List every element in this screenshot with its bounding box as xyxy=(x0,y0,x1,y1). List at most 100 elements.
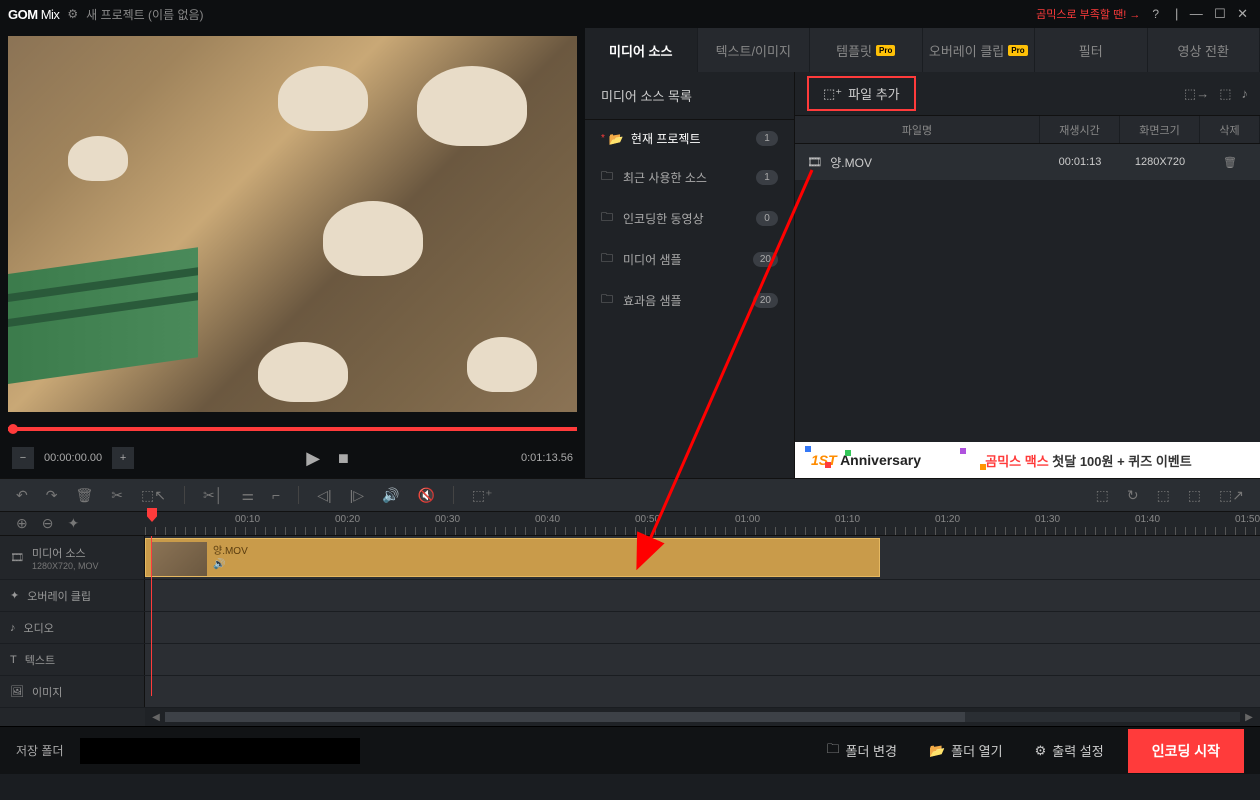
delete-file-button[interactable]: 🗑 xyxy=(1200,156,1260,169)
add-file-button[interactable]: ⬚⁺ 파일 추가 xyxy=(807,76,916,111)
tab-text-image[interactable]: 텍스트/이미지 xyxy=(698,28,811,72)
pro-badge: Pro xyxy=(1008,45,1027,56)
file-name: 양.MOV xyxy=(830,154,872,171)
timeline: ⊕ ⊖ ✦ 00:10 00:20 00:30 00:40 00:50 01:0… xyxy=(0,512,1260,726)
save-path-field[interactable] xyxy=(80,738,360,764)
timeline-ruler[interactable]: 00:10 00:20 00:30 00:40 00:50 01:00 01:1… xyxy=(145,512,1260,536)
play-button[interactable]: ▶ xyxy=(306,448,320,469)
zoom-out-button[interactable]: ⊖ xyxy=(42,515,54,532)
maximize-button[interactable]: ☐ xyxy=(1214,6,1226,21)
source-item-label: 효과음 샘플 xyxy=(623,292,682,309)
select-button[interactable]: ⬚↖ xyxy=(141,487,166,504)
folder-icon: 🗀 xyxy=(601,167,615,188)
effect-button[interactable]: ⬚⁺ xyxy=(472,487,493,504)
close-button[interactable]: ✕ xyxy=(1237,6,1248,21)
split-button[interactable]: ✂│ xyxy=(203,487,223,504)
redo-button[interactable]: ↷ xyxy=(46,487,58,504)
source-encoded[interactable]: 🗀 인코딩한 동영상 0 xyxy=(585,198,794,239)
ruler-tick: 00:30 xyxy=(435,514,460,525)
preview-panel: − 00:00:00.00 + ▶ ■ 0:01:13.56 xyxy=(0,28,585,478)
window-controls: | — ☐ ✕ xyxy=(1171,6,1252,22)
source-item-label: 현재 프로젝트 xyxy=(631,130,701,147)
tool-icon-4[interactable]: ⬚ xyxy=(1188,487,1201,504)
folder-icon: 🗀 xyxy=(601,208,615,229)
seek-thumb[interactable] xyxy=(8,424,18,434)
settings-gear-icon[interactable]: ⚙ xyxy=(67,7,78,21)
cut-button[interactable]: ✂ xyxy=(111,487,123,504)
scroll-right-button[interactable]: ▶ xyxy=(1242,712,1256,723)
stop-button[interactable]: ■ xyxy=(338,448,349,469)
track-name: 이미지 xyxy=(32,684,62,700)
audio-button[interactable]: 🔊 xyxy=(382,487,399,504)
header-delete: 삭제 xyxy=(1200,116,1260,143)
source-current-project[interactable]: * 📂 현재 프로젝트 1 xyxy=(585,120,794,157)
output-settings-button[interactable]: ⚙출력 설정 xyxy=(1027,741,1112,760)
ruler-tick: 00:10 xyxy=(235,514,260,525)
timeline-scrollbar[interactable]: ◀ ▶ xyxy=(145,708,1260,726)
track-text: T텍스트 xyxy=(0,644,1260,676)
source-media-sample[interactable]: 🗀 미디어 샘플 20 xyxy=(585,239,794,280)
file-row[interactable]: 🎞 양.MOV 00:01:13 1280X720 🗑 xyxy=(795,144,1260,180)
seek-bar[interactable] xyxy=(8,420,577,438)
crop-button[interactable]: ⌐ xyxy=(272,487,280,503)
header-duration: 재생시간 xyxy=(1040,116,1120,143)
film-icon: 🎞 xyxy=(807,155,822,169)
track-name: 미디어 소스 xyxy=(32,545,99,561)
step-forward-button[interactable]: + xyxy=(112,447,134,469)
step-back-button[interactable]: − xyxy=(12,447,34,469)
undo-button[interactable]: ↶ xyxy=(16,487,28,504)
minimize-button[interactable]: — xyxy=(1190,6,1203,21)
fade-in-button[interactable]: ◁| xyxy=(317,487,331,504)
delete-button[interactable]: 🗑 xyxy=(75,487,93,504)
tab-media-source[interactable]: 미디어 소스 xyxy=(585,28,698,72)
count-badge: 20 xyxy=(753,252,778,267)
tool-icon-2[interactable]: ↻ xyxy=(1127,487,1139,504)
settings-icon: ⚙ xyxy=(1035,743,1047,759)
sound-icon: 🔊 xyxy=(213,559,248,570)
playhead[interactable] xyxy=(147,508,157,522)
fit-button[interactable]: ✦ xyxy=(67,515,79,532)
music-icon[interactable]: ♪ xyxy=(1242,86,1249,102)
source-sound-sample[interactable]: 🗀 효과음 샘플 20 xyxy=(585,280,794,321)
adjust-button[interactable]: ⚌ xyxy=(241,487,254,504)
open-folder-button[interactable]: 📂폴더 열기 xyxy=(921,741,1011,760)
track-image: 🖼 이미지 xyxy=(0,676,1260,708)
track-name: 오디오 xyxy=(24,620,54,636)
track-overlay: ✦오버레이 클립 xyxy=(0,580,1260,612)
scrollbar-thumb[interactable] xyxy=(165,712,965,722)
zoom-in-button[interactable]: ⊕ xyxy=(16,515,28,532)
tab-filter[interactable]: 필터 xyxy=(1035,28,1148,72)
tool-icon-5[interactable]: ⬚↗ xyxy=(1219,487,1244,504)
file-size: 1280X720 xyxy=(1120,156,1200,168)
promo-banner[interactable]: 1ST Anniversary 곰믹스 맥스 첫달 100원 + 퀴즈 이벤트 xyxy=(795,442,1260,478)
tool-icon-3[interactable]: ⬚ xyxy=(1157,487,1170,504)
current-time: 00:00:00.00 xyxy=(44,452,102,464)
text-icon: T xyxy=(10,654,17,666)
tab-transition[interactable]: 영상 전환 xyxy=(1148,28,1260,72)
folder-open-icon: 📂 xyxy=(609,132,623,146)
file-duration: 00:01:13 xyxy=(1040,156,1120,168)
fade-out-button[interactable]: |▷ xyxy=(350,487,364,504)
header-filename: 파일명 xyxy=(795,116,1040,143)
image-icon: 🖼 xyxy=(10,685,24,698)
tab-template[interactable]: 템플릿Pro xyxy=(810,28,923,72)
change-folder-button[interactable]: 🗀폴더 변경 xyxy=(818,740,904,762)
source-recent[interactable]: 🗀 최근 사용한 소스 1 xyxy=(585,157,794,198)
toolbar-icon-2[interactable]: ⬚ xyxy=(1219,86,1231,102)
media-clip[interactable]: 양.MOV 🔊 xyxy=(145,538,880,577)
ruler-tick: 01:30 xyxy=(1035,514,1060,525)
help-button[interactable]: ? xyxy=(1152,7,1159,21)
tab-overlay[interactable]: 오버레이 클립Pro xyxy=(923,28,1036,72)
ruler-tick: 00:40 xyxy=(535,514,560,525)
media-panel: 미디어 소스 텍스트/이미지 템플릿Pro 오버레이 클립Pro 필터 영상 전… xyxy=(585,28,1260,478)
mute-button[interactable]: 🔇 xyxy=(417,487,434,504)
track-name: 오버레이 클립 xyxy=(27,588,91,604)
tool-icon-1[interactable]: ⬚ xyxy=(1096,487,1109,504)
video-preview[interactable] xyxy=(8,36,577,412)
folder-open-icon: 📂 xyxy=(929,743,945,759)
ruler-tick: 01:00 xyxy=(735,514,760,525)
promo-link[interactable]: 곰믹스로 부족할 땐! → xyxy=(1036,6,1140,22)
encode-start-button[interactable]: 인코딩 시작 xyxy=(1128,729,1244,773)
scroll-left-button[interactable]: ◀ xyxy=(149,712,163,723)
toolbar-icon-1[interactable]: ⬚→ xyxy=(1184,86,1209,102)
